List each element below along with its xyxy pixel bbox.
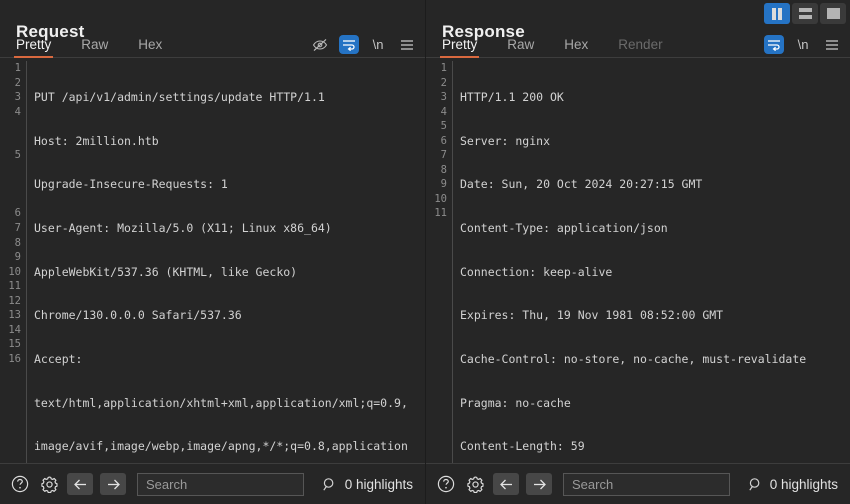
response-line: Server: nginx xyxy=(460,134,850,149)
help-icon[interactable] xyxy=(435,473,457,495)
burp-repeater-window: Request Pretty Raw Hex xyxy=(0,0,850,504)
request-line: PUT /api/v1/admin/settings/update HTTP/1… xyxy=(34,90,425,105)
request-line: AppleWebKit/537.36 (KHTML, like Gecko) xyxy=(34,265,425,280)
request-line: Host: 2million.htb xyxy=(34,134,425,149)
request-line: Chrome/130.0.0.0 Safari/537.36 xyxy=(34,308,425,323)
response-tab-icons: \n xyxy=(764,35,842,57)
help-icon[interactable] xyxy=(9,473,31,495)
tab-request-raw[interactable]: Raw xyxy=(79,37,122,57)
magnifier-icon xyxy=(748,477,763,492)
request-line: Accept: xyxy=(34,352,425,367)
newline-icon[interactable]: \n xyxy=(368,35,388,54)
layout-buttons xyxy=(764,3,846,24)
request-editor[interactable]: 1 2 3 4 5 6 7 8 9 10 11 12 13 14 15 xyxy=(0,58,425,463)
back-button[interactable] xyxy=(493,473,519,495)
request-line: Upgrade-Insecure-Requests: 1 xyxy=(34,177,425,192)
split-vertical-icon xyxy=(772,8,782,20)
word-wrap-icon[interactable] xyxy=(339,35,359,54)
tab-response-raw[interactable]: Raw xyxy=(505,37,548,57)
response-line: Content-Type: application/json xyxy=(460,221,850,236)
tab-response-render: Render xyxy=(616,37,676,57)
word-wrap-icon[interactable] xyxy=(764,35,784,54)
request-tab-icons: \n xyxy=(310,35,417,57)
response-line: Connection: keep-alive xyxy=(460,265,850,280)
request-line: image/avif,image/webp,image/apng,*/*;q=0… xyxy=(34,439,425,454)
eye-slash-icon[interactable] xyxy=(310,35,330,54)
gear-icon[interactable] xyxy=(38,473,60,495)
request-code[interactable]: PUT /api/v1/admin/settings/update HTTP/1… xyxy=(27,61,425,463)
response-tabstrip: Pretty Raw Hex Render \n xyxy=(426,30,850,58)
search-input[interactable] xyxy=(572,477,748,492)
response-line: Expires: Thu, 19 Nov 1981 08:52:00 GMT xyxy=(460,308,850,323)
request-line: User-Agent: Mozilla/5.0 (X11; Linux x86_… xyxy=(34,221,425,236)
request-tabstrip: Pretty Raw Hex xyxy=(0,30,425,58)
split-horizontal-icon xyxy=(799,8,812,19)
forward-button[interactable] xyxy=(100,473,126,495)
response-line: HTTP/1.1 200 OK xyxy=(460,90,850,105)
response-line: Pragma: no-cache xyxy=(460,396,850,411)
response-line: Content-Length: 59 xyxy=(460,439,850,454)
request-panel: Request Pretty Raw Hex xyxy=(0,0,425,504)
single-pane-icon xyxy=(827,8,840,19)
split-horizontal-button[interactable] xyxy=(792,3,818,24)
response-line: Cache-Control: no-store, no-cache, must-… xyxy=(460,352,850,367)
request-bottombar: 0 highlights xyxy=(0,463,425,504)
highlights-count: 0 highlights xyxy=(770,477,844,492)
request-gutter: 1 2 3 4 5 6 7 8 9 10 11 12 13 14 15 xyxy=(0,61,27,463)
split-vertical-button[interactable] xyxy=(764,3,790,24)
single-pane-button[interactable] xyxy=(820,3,846,24)
response-bottombar: 0 highlights xyxy=(426,463,850,504)
request-panel-title: Request xyxy=(0,0,425,30)
gear-icon[interactable] xyxy=(464,473,486,495)
response-tabs: Pretty Raw Hex Render xyxy=(440,37,691,57)
back-button[interactable] xyxy=(67,473,93,495)
tab-response-hex[interactable]: Hex xyxy=(562,37,602,57)
search-input[interactable] xyxy=(146,477,322,492)
response-line: Date: Sun, 20 Oct 2024 20:27:15 GMT xyxy=(460,177,850,192)
response-code[interactable]: HTTP/1.1 200 OK Server: nginx Date: Sun,… xyxy=(453,61,850,463)
tab-response-pretty[interactable]: Pretty xyxy=(440,37,491,57)
response-editor[interactable]: 1 2 3 4 5 6 7 8 9 10 11 HTTP/1.1 200 OK … xyxy=(426,58,850,463)
forward-button[interactable] xyxy=(526,473,552,495)
menu-icon[interactable] xyxy=(822,35,842,54)
newline-icon[interactable]: \n xyxy=(793,35,813,54)
request-line: text/html,application/xhtml+xml,applicat… xyxy=(34,396,425,411)
search-box[interactable] xyxy=(563,473,730,496)
request-tabs: Pretty Raw Hex xyxy=(14,37,190,57)
magnifier-icon xyxy=(322,477,337,492)
tab-request-hex[interactable]: Hex xyxy=(136,37,176,57)
response-panel: Response Pretty Raw Hex Render \n xyxy=(425,0,850,504)
menu-icon[interactable] xyxy=(397,35,417,54)
search-box[interactable] xyxy=(137,473,304,496)
tab-request-pretty[interactable]: Pretty xyxy=(14,37,65,57)
highlights-count: 0 highlights xyxy=(345,477,419,492)
response-gutter: 1 2 3 4 5 6 7 8 9 10 11 xyxy=(426,61,453,463)
